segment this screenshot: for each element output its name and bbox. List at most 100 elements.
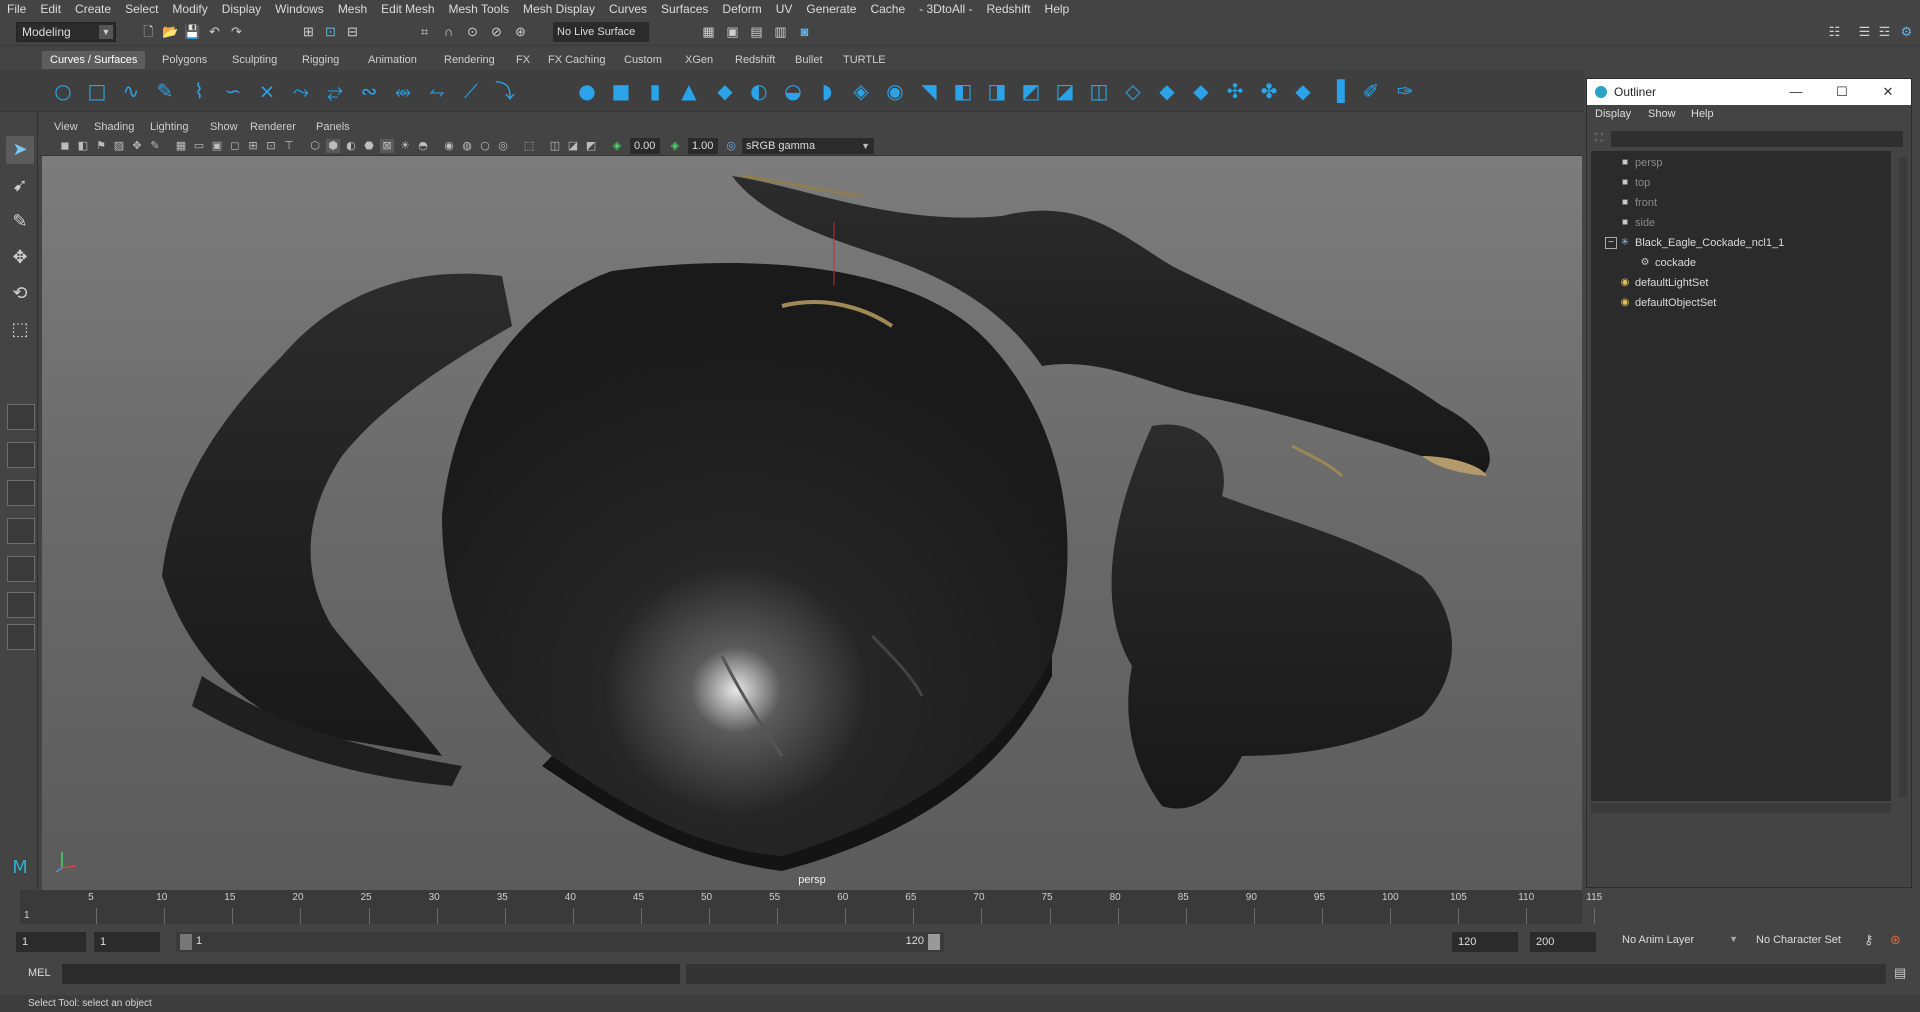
motion-blur-icon[interactable]: ◍ bbox=[460, 139, 474, 153]
shelf-tab-sculpting[interactable]: Sculpting bbox=[224, 51, 285, 69]
key-icon[interactable]: ⚷ bbox=[1864, 932, 1874, 948]
rebuild-curve-icon[interactable]: ⥂ bbox=[322, 78, 348, 104]
make-live-icon[interactable]: ⊛ bbox=[512, 23, 529, 40]
extend-surface-icon[interactable]: ▐ bbox=[1324, 78, 1350, 104]
cv-curve-tool-icon[interactable]: ∿ bbox=[118, 78, 144, 104]
planar-icon[interactable]: ◈ bbox=[848, 78, 874, 104]
insert-knot-icon[interactable]: ⥊ bbox=[424, 78, 450, 104]
xray-joints-icon[interactable]: ◪ bbox=[566, 139, 580, 153]
grease-pencil-icon[interactable]: ✎ bbox=[148, 139, 162, 153]
menu-windows[interactable]: Windows bbox=[268, 0, 331, 18]
toggle-modeling-toolkit-icon[interactable]: ☷ bbox=[1826, 23, 1843, 40]
viewport-menu-shading[interactable]: Shading bbox=[94, 118, 134, 136]
xray-icon[interactable]: ◫ bbox=[548, 139, 562, 153]
birail-icon[interactable]: ◥ bbox=[916, 78, 942, 104]
two-pane-layout-icon[interactable] bbox=[7, 592, 35, 618]
textured-icon[interactable]: ⊠ bbox=[380, 139, 394, 153]
perspective-viewport[interactable]: persp bbox=[42, 156, 1582, 890]
menu-display[interactable]: Display bbox=[215, 0, 268, 18]
untrim-icon[interactable]: ◆ bbox=[1154, 78, 1180, 104]
anim-layer-dropdown[interactable]: No Anim Layer ▼ bbox=[1622, 934, 1742, 946]
select-hierarchy-icon[interactable]: ⊞ bbox=[300, 23, 317, 40]
menu-edit-mesh[interactable]: Edit Mesh bbox=[374, 0, 441, 18]
use-all-lights-icon[interactable]: ☀ bbox=[398, 139, 412, 153]
snap-curve-icon[interactable]: ∩ bbox=[440, 23, 457, 40]
character-set-dropdown[interactable]: No Character Set bbox=[1756, 934, 1866, 946]
outliner-horizontal-scrollbar[interactable] bbox=[1591, 803, 1891, 813]
script-editor-icon[interactable]: ▤ bbox=[1894, 965, 1906, 981]
select-object-icon[interactable]: ⊡ bbox=[322, 23, 339, 40]
ipr-render-icon[interactable]: ▤ bbox=[748, 23, 765, 40]
loft-icon[interactable]: ⟋ bbox=[458, 78, 484, 104]
field-chart-icon[interactable]: ⊞ bbox=[246, 139, 260, 153]
playback-start-field[interactable]: 1 bbox=[94, 932, 160, 952]
range-slider[interactable]: 1 120 bbox=[176, 932, 944, 952]
persp-hypershade-layout-icon[interactable] bbox=[7, 556, 35, 582]
time-slider[interactable]: 1 5 10 15 20 25 30 35 40 45 50 55 60 65 70 75 80 85 90 95 10… bbox=[20, 890, 1602, 924]
nurbs-cone-icon[interactable]: ▲ bbox=[676, 78, 702, 104]
nurbs-torus-icon[interactable]: ◐ bbox=[746, 78, 772, 104]
outliner-item[interactable]: ◉ defaultObjectSet bbox=[1591, 293, 1891, 313]
current-frame-marker[interactable]: 1 bbox=[24, 910, 30, 921]
trim-tool-icon[interactable]: ◇ bbox=[1120, 78, 1146, 104]
square-surface-icon[interactable]: ◨ bbox=[984, 78, 1010, 104]
single-pane-layout-icon[interactable] bbox=[7, 404, 35, 430]
exposure-field[interactable]: 0.00 bbox=[630, 138, 660, 154]
menu-mesh[interactable]: Mesh bbox=[331, 0, 374, 18]
nurbs-square-icon[interactable]: □ bbox=[84, 78, 110, 104]
close-button[interactable]: ✕ bbox=[1865, 79, 1911, 105]
viewport-menu-renderer[interactable]: Renderer bbox=[250, 118, 296, 136]
redo-icon[interactable]: ↷ bbox=[228, 23, 245, 40]
save-scene-icon[interactable]: 💾 bbox=[184, 23, 201, 40]
shelf-tab-curves-surfaces[interactable]: Curves / Surfaces bbox=[42, 51, 146, 69]
toggle-tool-settings-icon[interactable]: ⚙ bbox=[1898, 23, 1915, 40]
menu-surfaces[interactable]: Surfaces bbox=[654, 0, 715, 18]
anti-aliasing-icon[interactable]: ○ bbox=[478, 139, 492, 153]
scale-tool-icon[interactable]: ⬚ bbox=[6, 316, 34, 344]
gamma-field[interactable]: 1.00 bbox=[688, 138, 718, 154]
insert-isoparms-icon[interactable]: ◆ bbox=[1290, 78, 1316, 104]
nurbs-cylinder-icon[interactable]: ▮ bbox=[642, 78, 668, 104]
safe-title-icon[interactable]: ⊤ bbox=[282, 139, 296, 153]
scene-start-field[interactable]: 1 bbox=[16, 932, 86, 952]
outliner-item[interactable]: ◉ defaultLightSet bbox=[1591, 273, 1891, 293]
menu-file[interactable]: File bbox=[0, 0, 33, 18]
outliner-menu-show[interactable]: Show bbox=[1648, 108, 1676, 120]
outliner-item[interactable]: ■ front bbox=[1591, 193, 1891, 213]
menu-modify[interactable]: Modify bbox=[165, 0, 214, 18]
wireframe-icon[interactable]: ⬡ bbox=[308, 139, 322, 153]
resolution-gate-icon[interactable]: ▣ bbox=[210, 139, 224, 153]
nurbs-plane-icon[interactable]: ◆ bbox=[712, 78, 738, 104]
detach-surfaces-icon[interactable]: ✣ bbox=[1222, 78, 1248, 104]
grid-toggle-icon[interactable]: ▦ bbox=[174, 139, 188, 153]
pencil-curve-icon[interactable]: ✎ bbox=[152, 78, 178, 104]
shelf-tab-animation[interactable]: Animation bbox=[360, 51, 425, 69]
persp-outliner-layout-icon[interactable] bbox=[7, 480, 35, 506]
outliner-item[interactable]: ■ side bbox=[1591, 213, 1891, 233]
shelf-tab-fx-caching[interactable]: FX Caching bbox=[540, 51, 613, 69]
hypershade-icon[interactable]: ◙ bbox=[796, 23, 813, 40]
gamma-icon[interactable]: ◈ bbox=[668, 139, 682, 153]
attach-surfaces-icon[interactable]: ◆ bbox=[1188, 78, 1214, 104]
snap-view-plane-icon[interactable]: ⊘ bbox=[488, 23, 505, 40]
menu-help[interactable]: Help bbox=[1038, 0, 1077, 18]
outliner-menu-display[interactable]: Display bbox=[1595, 108, 1631, 120]
use-default-material-icon[interactable]: ◐ bbox=[344, 139, 358, 153]
outliner-item[interactable]: ■ persp bbox=[1591, 153, 1891, 173]
depth-of-field-icon[interactable]: ◎ bbox=[496, 139, 510, 153]
toggle-channel-box-icon[interactable]: ☰ bbox=[1856, 23, 1873, 40]
menu-generate[interactable]: Generate bbox=[799, 0, 863, 18]
attach-curves-icon[interactable]: ⨯ bbox=[254, 78, 280, 104]
image-plane-icon[interactable]: ▨ bbox=[112, 139, 126, 153]
menu-3dtoall[interactable]: - 3DtoAll - bbox=[912, 0, 979, 18]
shelf-tab-bullet[interactable]: Bullet bbox=[787, 51, 831, 69]
menu-uv[interactable]: UV bbox=[769, 0, 800, 18]
shelf-tab-rigging[interactable]: Rigging bbox=[294, 51, 347, 69]
menu-redshift[interactable]: Redshift bbox=[980, 0, 1038, 18]
offset-curve-icon[interactable]: ⥈ bbox=[390, 78, 416, 104]
shelf-tab-redshift[interactable]: Redshift bbox=[727, 51, 783, 69]
render-settings-icon[interactable]: ▦ bbox=[700, 23, 717, 40]
extrude-icon[interactable]: ◉ bbox=[882, 78, 908, 104]
open-scene-icon[interactable]: 📂 bbox=[162, 23, 179, 40]
film-gate-icon[interactable]: ▭ bbox=[192, 139, 206, 153]
